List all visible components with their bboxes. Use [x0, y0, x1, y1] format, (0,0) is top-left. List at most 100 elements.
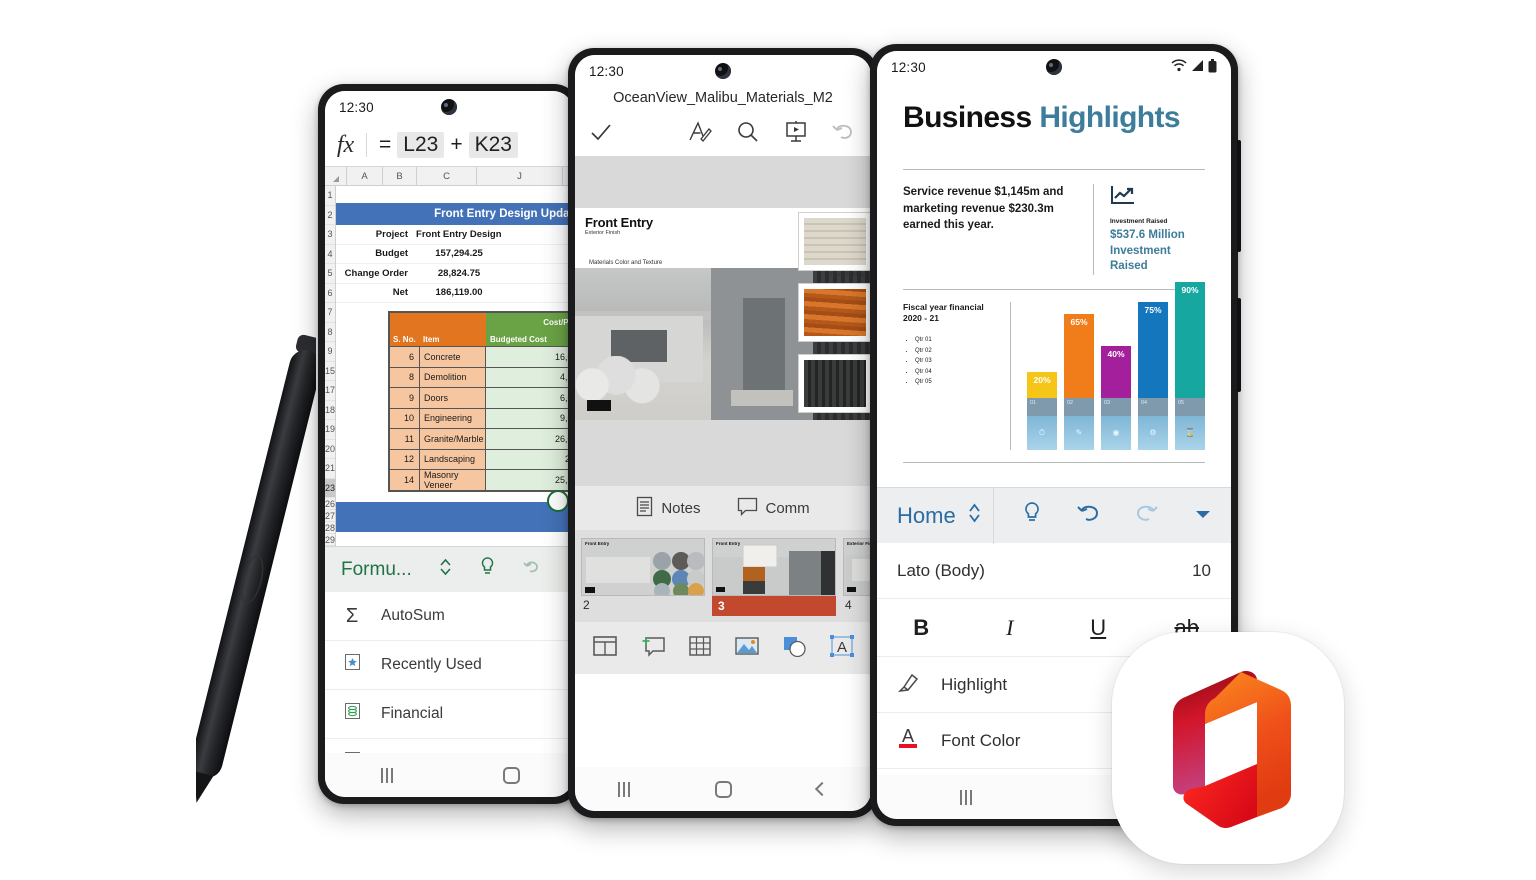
layout-icon[interactable] — [592, 635, 618, 662]
word-ribbon-bar[interactable]: Home — [877, 487, 1231, 544]
quarterly-bar-chart[interactable]: 20% 01 ⏱ 65% 02 ✎ 40% 03 ◉ 75% 04 ⚙ 90% … — [1025, 282, 1205, 450]
row-header[interactable]: 20 — [325, 440, 336, 459]
row-header[interactable]: 5 — [325, 264, 336, 284]
row-header[interactable]: 1 — [325, 186, 336, 206]
recent-apps-icon[interactable] — [618, 781, 631, 797]
slide-subtitle[interactable]: Exterior Finish — [585, 230, 620, 236]
menu-item-recently-used[interactable]: Recently Used — [325, 641, 573, 690]
row-header[interactable]: 8 — [325, 323, 336, 342]
comments-button[interactable]: Comm — [737, 497, 810, 520]
undo-icon[interactable] — [522, 557, 542, 582]
excel-ribbon-bar[interactable]: Formu... — [325, 546, 573, 592]
notes-comments-bar[interactable]: Notes Comm — [575, 486, 871, 530]
row-header[interactable]: 6 — [325, 284, 336, 303]
grid-cells[interactable]: Front Entry Design Update Es Project Fro… — [336, 186, 573, 546]
fx-icon[interactable]: fx — [325, 132, 367, 157]
bold-button[interactable]: B — [877, 599, 966, 656]
cost-table[interactable]: Cost/Price Tra S. No. Item Budgeted Cost… — [388, 311, 573, 492]
ribbon-tab-home[interactable]: Home — [877, 503, 956, 529]
underline-button[interactable]: U — [1054, 599, 1143, 656]
table-icon[interactable] — [688, 635, 712, 662]
power-button[interactable] — [1237, 298, 1241, 392]
table-row[interactable]: 12 Landscaping 2,250.0 — [390, 448, 573, 469]
table-row[interactable]: 11 Granite/Marble 26,000.00 — [390, 428, 573, 449]
expand-chevrons-icon[interactable] — [956, 500, 983, 531]
row-header[interactable]: 3 — [325, 225, 336, 245]
present-icon[interactable] — [783, 119, 809, 150]
select-all-corner[interactable] — [325, 167, 347, 185]
row-header[interactable]: 7 — [325, 303, 336, 323]
formula-bar[interactable]: fx = L23 + K23 — [325, 123, 573, 167]
row-header[interactable]: 2 — [325, 206, 336, 225]
recent-apps-icon[interactable] — [959, 789, 972, 805]
add-comment-icon[interactable] — [640, 634, 666, 663]
picture-icon[interactable] — [734, 635, 760, 662]
table-row[interactable]: 14 Masonry Veneer 25,340.00 — [390, 469, 573, 490]
ink-pen-icon[interactable] — [687, 119, 713, 150]
caret-down-icon[interactable] — [1174, 507, 1231, 525]
lead-paragraph[interactable]: Service revenue $1,145m and marketing re… — [903, 184, 1079, 234]
row-header[interactable]: 21 — [325, 459, 336, 479]
column-header-c[interactable]: C — [417, 167, 477, 185]
column-header-a[interactable]: A — [347, 167, 383, 185]
current-slide[interactable]: Front Entry Exterior Finish Materials Co… — [575, 208, 871, 420]
search-icon[interactable] — [735, 119, 761, 150]
material-swatch-limestone[interactable] — [799, 213, 871, 270]
row-header[interactable]: 28 — [325, 522, 336, 534]
material-swatch-timber[interactable] — [799, 284, 871, 341]
slide-thumbnail-selected[interactable]: Front Entry 3 — [712, 538, 836, 622]
row-header[interactable]: 19 — [325, 420, 336, 440]
row-header[interactable]: 9 — [325, 342, 336, 362]
row-header[interactable]: 29 — [325, 534, 336, 546]
row-header[interactable]: 27 — [325, 510, 336, 522]
menu-item-autosum[interactable]: Σ AutoSum — [325, 592, 573, 641]
volume-button[interactable] — [1237, 140, 1241, 252]
font-size-value[interactable]: 10 — [1192, 561, 1211, 581]
text-box-icon[interactable]: A — [830, 634, 854, 662]
redo-icon[interactable] — [1117, 501, 1174, 530]
investment-stat[interactable]: $537.6 Million Investment Raised — [1110, 228, 1205, 275]
font-family-value[interactable]: Lato (Body) — [897, 561, 1192, 581]
formula-input[interactable]: = L23 + K23 — [367, 131, 518, 158]
font-row[interactable]: Lato (Body) 10 — [877, 543, 1231, 599]
back-icon[interactable] — [814, 781, 829, 797]
ideas-lightbulb-icon[interactable] — [479, 556, 496, 583]
menu-item-financial[interactable]: Financial — [325, 690, 573, 739]
excel-android-navbar[interactable] — [325, 753, 573, 797]
material-swatch-metal-cladding[interactable] — [799, 355, 871, 412]
insert-toolbar[interactable]: A — [575, 622, 871, 674]
done-check-icon[interactable] — [589, 120, 613, 149]
ppt-toolbar[interactable] — [575, 112, 871, 156]
row-header[interactable]: 18 — [325, 401, 336, 420]
home-icon[interactable] — [714, 780, 732, 798]
formula-token-2[interactable]: K23 — [468, 131, 518, 158]
row-header-selected[interactable]: 23 — [325, 478, 336, 498]
cell-selection-handle[interactable] — [547, 490, 569, 512]
italic-button[interactable]: I — [966, 599, 1055, 656]
office-app-badge[interactable] — [1112, 632, 1344, 864]
grid-body[interactable]: 1 2 3 4 5 6 7 8 9 15 17 18 19 20 21 23 2… — [325, 186, 573, 546]
row-header[interactable]: 26 — [325, 498, 336, 510]
fiscal-heading[interactable]: Fiscal year financial 2020 - 21 — [903, 302, 1000, 326]
row-header[interactable]: 15 — [325, 362, 336, 381]
spreadsheet-grid[interactable]: A B C J 1 2 3 4 5 6 7 8 9 15 17 18 19 20… — [325, 167, 573, 546]
table-row[interactable]: 9 Doors 6,000.00 — [390, 387, 573, 408]
table-row[interactable]: 8 Demolition 4,204.25 — [390, 366, 573, 387]
formula-token-1[interactable]: L23 — [397, 131, 445, 158]
shapes-icon[interactable] — [782, 635, 808, 662]
column-header-j[interactable]: J — [477, 167, 563, 185]
undo-icon[interactable] — [1061, 501, 1118, 530]
notes-button[interactable]: Notes — [636, 496, 701, 521]
page-title[interactable]: Business Highlights — [903, 101, 1205, 135]
slide-thumbnail[interactable]: Exterior Finishes 4 — [843, 538, 871, 622]
recent-apps-icon[interactable] — [381, 767, 393, 783]
slide-title[interactable]: Front Entry — [585, 215, 653, 230]
document-title[interactable]: OceanView_Malibu_Materials_M2 — [575, 87, 871, 112]
slide-canvas[interactable]: Front Entry Exterior Finish Materials Co… — [575, 156, 871, 486]
table-row[interactable]: 6 Concrete 16,000.00 — [390, 346, 573, 367]
slide-caption[interactable]: Materials Color and Texture — [589, 260, 662, 266]
ppt-android-navbar[interactable] — [575, 767, 871, 811]
document-page[interactable]: Business Highlights Service revenue $1,1… — [877, 83, 1231, 487]
slide-thumbnail-strip[interactable]: Front Entry 2 Front Entry 3 Exterior Fi … — [575, 530, 871, 622]
row-header[interactable]: 17 — [325, 381, 336, 401]
